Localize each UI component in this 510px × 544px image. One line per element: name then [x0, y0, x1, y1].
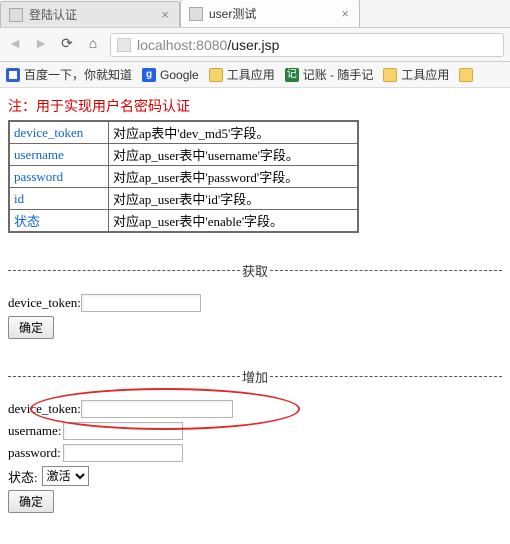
url-bar[interactable]: localhost:8080/user.jsp — [110, 33, 504, 57]
bookmark-label: Google — [160, 68, 199, 82]
back-icon[interactable]: ◄ — [6, 37, 24, 53]
form-fetch: device_token: 确定 — [8, 294, 502, 339]
ref-key: 状态 — [10, 210, 108, 231]
bookmark-label: 百度一下，你就知道 — [24, 66, 132, 83]
bookmark-baidu[interactable]: 百度一下，你就知道 — [6, 66, 132, 83]
add-device-token-label: device_token: — [8, 401, 81, 417]
bookmark-bar: 百度一下，你就知道 g Google 工具应用 记 记账 - 随手记 工具应用 — [0, 62, 510, 88]
bookmark-overflow[interactable] — [459, 68, 473, 82]
page-icon — [117, 38, 131, 52]
section-header-add: 增加 — [8, 367, 502, 386]
favicon-icon — [189, 7, 203, 21]
add-username-label: username: — [8, 423, 61, 439]
close-icon[interactable]: × — [339, 7, 351, 20]
bookmark-label: 工具应用 — [227, 66, 275, 83]
page-content: 注：用于实现用户名密码认证 device_token对应ap表中'dev_md5… — [0, 88, 510, 527]
add-username-input[interactable] — [63, 422, 183, 440]
tab-user-test[interactable]: user测试 × — [180, 0, 360, 27]
home-icon[interactable]: ⌂ — [84, 37, 102, 53]
url-host: localhost: — [137, 37, 196, 53]
add-status-label: 状态: — [8, 467, 38, 486]
ref-val: 对应ap_user表中'enable'字段。 — [109, 210, 357, 231]
fetch-submit-button[interactable]: 确定 — [8, 316, 54, 339]
favicon-icon — [9, 8, 23, 22]
nav-bar: ◄ ► ⟳ ⌂ localhost:8080/user.jsp — [0, 28, 510, 62]
table-row: 状态对应ap_user表中'enable'字段。 — [10, 210, 357, 231]
add-submit-button[interactable]: 确定 — [8, 490, 54, 513]
ref-key: device_token — [10, 122, 108, 143]
ref-val: 对应ap_user表中'password'字段。 — [109, 166, 357, 187]
table-row: device_token对应ap表中'dev_md5'字段。 — [10, 122, 357, 143]
google-icon: g — [142, 68, 156, 82]
add-password-label: password: — [8, 445, 61, 461]
ref-val: 对应ap_user表中'id'字段。 — [109, 188, 357, 209]
ref-val: 对应ap_user表中'username'字段。 — [109, 144, 357, 165]
add-status-select[interactable]: 激活 — [42, 466, 89, 486]
section-title: 增加 — [240, 367, 270, 386]
add-password-input[interactable] — [63, 444, 183, 462]
bookmark-folder-tools-2[interactable]: 工具应用 — [383, 66, 449, 83]
jizhang-icon: 记 — [285, 68, 299, 82]
tab-label: user测试 — [209, 5, 256, 22]
bookmark-label: 记账 - 随手记 — [303, 66, 374, 83]
ref-key: password — [10, 166, 108, 187]
table-row: password对应ap_user表中'password'字段。 — [10, 166, 357, 187]
section-header-fetch: 获取 — [8, 261, 502, 280]
table-row: username对应ap_user表中'username'字段。 — [10, 144, 357, 165]
ref-val: 对应ap表中'dev_md5'字段。 — [109, 122, 357, 143]
tab-login-auth[interactable]: 登陆认证 × — [0, 1, 180, 27]
url-path: /user.jsp — [227, 37, 279, 53]
ref-key: id — [10, 188, 108, 209]
bookmark-google[interactable]: g Google — [142, 68, 199, 82]
url-port: 8080 — [196, 37, 227, 53]
ref-key: username — [10, 144, 108, 165]
fetch-device-token-input[interactable] — [81, 294, 201, 312]
baidu-icon — [6, 68, 20, 82]
forward-icon[interactable]: ► — [32, 37, 50, 53]
bookmark-folder-tools-1[interactable]: 工具应用 — [209, 66, 275, 83]
section-title: 获取 — [240, 261, 270, 280]
tab-label: 登陆认证 — [29, 6, 77, 23]
note-text: 注：用于实现用户名密码认证 — [8, 96, 502, 116]
device-token-label: device_token: — [8, 295, 81, 311]
folder-icon — [459, 68, 473, 82]
bookmark-jizhang[interactable]: 记 记账 - 随手记 — [285, 66, 374, 83]
folder-icon — [209, 68, 223, 82]
reload-icon[interactable]: ⟳ — [58, 36, 76, 53]
close-icon[interactable]: × — [159, 8, 171, 21]
add-device-token-input[interactable] — [81, 400, 233, 418]
folder-icon — [383, 68, 397, 82]
tab-bar: 登陆认证 × user测试 × — [0, 0, 510, 28]
form-add: device_token: username: password: 状态: 激活… — [8, 400, 502, 513]
reference-table: device_token对应ap表中'dev_md5'字段。 username对… — [8, 120, 359, 233]
table-row: id对应ap_user表中'id'字段。 — [10, 188, 357, 209]
bookmark-label: 工具应用 — [401, 66, 449, 83]
